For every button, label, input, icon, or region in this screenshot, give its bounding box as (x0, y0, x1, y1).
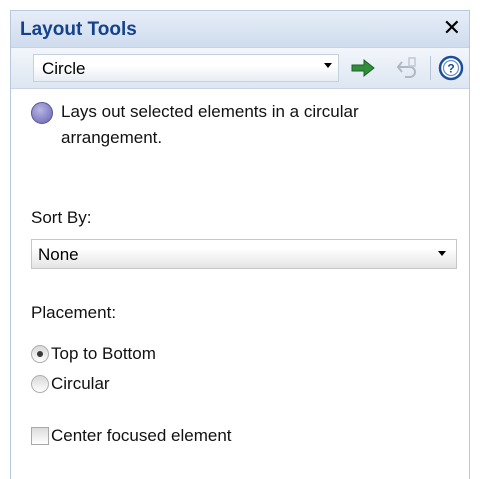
layout-toolbar: Circle ? (11, 48, 469, 89)
circle-layout-icon (31, 102, 53, 124)
panel-title: Layout Tools (20, 19, 137, 40)
radio-button-checked[interactable] (31, 345, 49, 363)
placement-label: Placement: (31, 303, 117, 322)
toolbar-separator (430, 56, 431, 80)
layout-description-text: Lays out selected elements in a circular… (61, 102, 359, 147)
placement-option-label: Circular (51, 374, 110, 393)
chevron-down-icon[interactable] (324, 63, 332, 68)
layout-type-dropdown[interactable]: Circle (33, 54, 339, 82)
sort-by-value: None (38, 245, 79, 264)
close-icon[interactable]: ✕ (443, 16, 461, 40)
placement-option-label: Top to Bottom (51, 344, 156, 363)
center-focused-element-label: Center focused element (51, 426, 232, 445)
checkbox[interactable] (31, 427, 49, 445)
layout-type-value: Circle (42, 59, 86, 78)
undo-icon[interactable] (393, 54, 421, 82)
layout-tools-panel: Layout Tools ✕ Circle ? Lays out selecte… (10, 10, 470, 479)
radio-button[interactable] (31, 375, 49, 393)
sort-by-label: Sort By: (31, 208, 92, 227)
sort-by-dropdown[interactable]: None (31, 239, 457, 269)
panel-title-bar: Layout Tools ✕ (11, 11, 469, 48)
svg-text:?: ? (447, 62, 454, 76)
apply-arrow-icon[interactable] (349, 54, 377, 82)
chevron-down-icon[interactable] (438, 251, 446, 256)
help-icon[interactable]: ? (437, 54, 465, 82)
